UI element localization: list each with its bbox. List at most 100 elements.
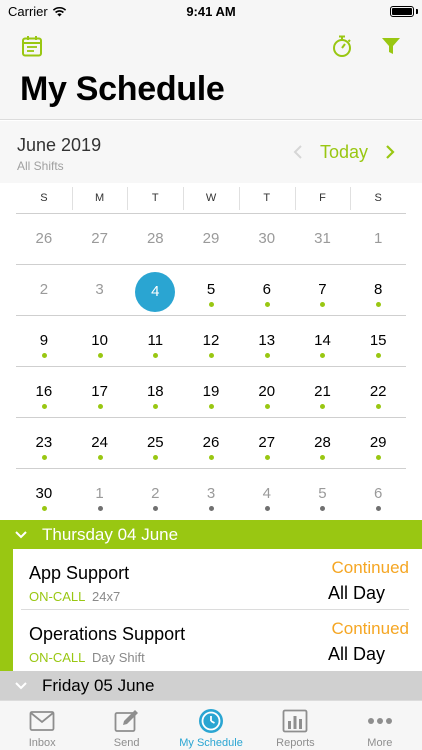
shift-indicator-dot [97,404,103,409]
clock-icon [197,707,225,735]
calendar-day[interactable]: 18 [127,367,183,417]
calendar-day[interactable]: 10 [72,316,128,366]
calendar-day[interactable]: 14 [295,316,351,366]
shift-row[interactable]: Operations Support ON-CALL Day Shift Con… [0,610,422,671]
tab-label: More [367,737,393,749]
shift-row[interactable]: App Support ON-CALL 24x7 Continued All D… [0,549,422,610]
today-button[interactable]: Today [312,142,376,163]
calendar-day[interactable]: 2 [127,469,183,520]
weekday-label: F [294,183,351,213]
shift-indicator-dot [209,353,215,358]
calendar-day[interactable]: 12 [183,316,239,366]
day-section-header[interactable]: Friday 05 June [0,671,422,700]
calendar-day[interactable]: 11 [127,316,183,366]
tab-reports[interactable]: Reports [253,701,337,750]
calendar-day-number: 3 [95,281,104,298]
calendar-day[interactable]: 13 [239,316,295,366]
calendar-day-number: 26 [35,230,53,247]
calendar-week-row: 23 24 25 26 27 28 29 [16,418,406,469]
calendar-day-number: 11 [147,332,164,349]
calendar-day[interactable]: 1 [350,214,406,264]
day-section-header[interactable]: Thursday 04 June [0,520,422,549]
shift-color-bar [0,549,13,610]
calendar-day[interactable]: 16 [16,367,72,417]
calendar-day-number: 2 [151,485,160,502]
weekday-label: T [127,183,183,213]
calendar-day[interactable]: 23 [16,418,72,468]
calendar-day[interactable]: 3 [72,265,128,315]
shift-indicator-dot [264,404,270,409]
tab-more[interactable]: More [338,701,422,750]
calendar-day[interactable]: 17 [72,367,128,417]
calendar-day[interactable]: 3 [183,469,239,520]
next-month-button[interactable] [376,141,404,163]
tab-send[interactable]: Send [84,701,168,750]
shift-indicator-dot [41,506,47,511]
calendar-day-number: 30 [35,485,53,502]
calendar-day[interactable]: 29 [183,214,239,264]
shift-filter-label: All Shifts [17,159,64,173]
shift-indicator-dot [209,506,215,511]
calendar-day[interactable]: 27 [239,418,295,468]
calendar-day-number: 27 [91,230,108,247]
calendar-day[interactable]: 29 [350,418,406,468]
shift-indicator-dot [97,455,103,460]
calendar-day[interactable]: 1 [72,469,128,520]
calendar-day-number: 31 [314,230,331,247]
calendar-day[interactable]: 19 [183,367,239,417]
previous-month-button[interactable] [284,141,312,163]
calendar-day-selected[interactable]: 4 [127,265,183,315]
calendar-day[interactable]: 6 [350,469,406,520]
calendar-day[interactable]: 26 [16,214,72,264]
calendar-day[interactable]: 5 [183,265,239,315]
shift-detail: Day Shift [92,650,145,665]
stopwatch-icon[interactable] [328,32,356,60]
shift-indicator-dot [320,506,326,511]
tab-label: My Schedule [179,737,243,749]
calendar-day-number: 1 [95,485,104,502]
calendar-day-number: 26 [202,434,220,451]
calendar-day-number: 21 [314,383,331,400]
calendar-day[interactable]: 20 [239,367,295,417]
calendar-day[interactable]: 21 [295,367,351,417]
calendar-day[interactable]: 5 [295,469,351,520]
navigation-bar: My Schedule [0,24,422,120]
calendar-day[interactable]: 24 [72,418,128,468]
shift-indicator-dot [41,455,47,460]
calendar-day[interactable]: 4 [239,469,295,520]
day-section-label: Friday 05 June [42,675,155,695]
calendar-day-number: 1 [374,230,383,247]
shift-tag: ON-CALL [29,650,86,665]
calendar-day[interactable]: 8 [350,265,406,315]
calendar-day[interactable]: 7 [295,265,351,315]
calendar-day[interactable]: 31 [295,214,351,264]
calendar-day[interactable]: 26 [183,418,239,468]
calendar-day-number: 30 [258,230,276,247]
calendar-week-row: 2 3 4 5 6 7 8 [16,265,406,316]
calendar-day[interactable]: 28 [127,214,183,264]
month-navigation: Today [284,141,404,163]
shift-indicator-dot [153,404,159,409]
calendar-day[interactable]: 30 [239,214,295,264]
calendar-day[interactable]: 9 [16,316,72,366]
calendar-day[interactable]: 30 [16,469,72,520]
filter-icon[interactable] [377,32,405,60]
battery-tip [416,9,418,14]
tab-inbox[interactable]: Inbox [0,701,84,750]
calendar-day[interactable]: 22 [350,367,406,417]
shift-indicator-dot [153,455,159,460]
tab-my-schedule[interactable]: My Schedule [169,701,253,750]
calendar-day[interactable]: 15 [350,316,406,366]
calendar-icon[interactable] [18,32,46,60]
calendar-day[interactable]: 2 [16,265,72,315]
calendar-day-number: 28 [314,434,331,451]
shift-indicator-dot [376,302,382,307]
calendar-day[interactable]: 27 [72,214,128,264]
weekday-label: S [40,192,48,204]
calendar-day-number: 28 [146,230,164,247]
calendar-day[interactable]: 6 [239,265,295,315]
shift-indicator-dot [41,404,47,409]
calendar-day-number: 8 [374,281,383,298]
calendar-day[interactable]: 25 [127,418,183,468]
calendar-day[interactable]: 28 [295,418,351,468]
